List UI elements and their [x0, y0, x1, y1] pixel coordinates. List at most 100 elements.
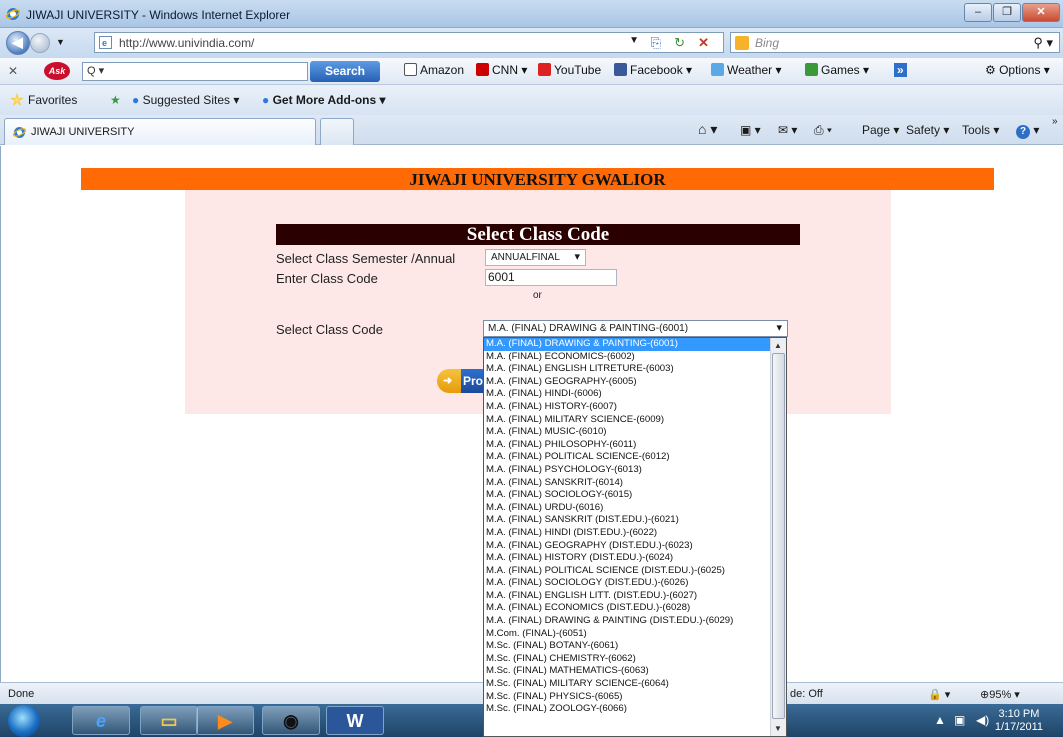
mail-icon[interactable]: ✉ ▾: [778, 123, 797, 137]
dropdown-option[interactable]: M.A. (FINAL) POLITICAL SCIENCE (DIST.EDU…: [484, 565, 786, 578]
toolbar-link-games[interactable]: Games ▾: [805, 63, 869, 77]
taskbar-ie-button[interactable]: e: [72, 706, 130, 735]
status-text: Done: [8, 688, 35, 700]
help-icon[interactable]: ? ▾: [1016, 123, 1039, 139]
class-code-dropdown-list[interactable]: M.A. (FINAL) DRAWING & PAINTING-(6001) M.…: [483, 337, 787, 737]
search-placeholder: Bing: [755, 36, 780, 50]
start-button[interactable]: [8, 705, 40, 737]
dropdown-option[interactable]: M.A. (FINAL) HINDI-(6006): [484, 388, 786, 401]
network-icon[interactable]: ▣: [954, 713, 965, 727]
dropdown-option[interactable]: M.Sc. (FINAL) ZOOLOGY-(6066): [484, 703, 786, 716]
dropdown-option[interactable]: M.Sc. (FINAL) CHEMISTRY-(6062): [484, 653, 786, 666]
dropdown-option[interactable]: M.A. (FINAL) MUSIC-(6010): [484, 426, 786, 439]
taskbar-media-button[interactable]: ▶: [196, 706, 254, 735]
address-field[interactable]: e http://www.univindia.com/ ▼ ⎘ ↻ ✕: [94, 32, 724, 53]
cnn-icon: [476, 63, 489, 76]
class-code-select[interactable]: M.A. (FINAL) DRAWING & PAINTING-(6001) ▾: [483, 320, 788, 337]
dropdown-option[interactable]: M.A. (FINAL) POLITICAL SCIENCE-(6012): [484, 451, 786, 464]
search-icon[interactable]: ⚲ ▾: [1033, 35, 1053, 51]
dropdown-option[interactable]: M.Com. (FINAL)-(6051): [484, 628, 786, 641]
get-more-addons-link[interactable]: ● Get More Add-ons ▾: [262, 93, 386, 107]
toolbar-link-facebook[interactable]: Facebook ▾: [614, 63, 692, 77]
toolbar-options[interactable]: ⚙ Options ▾: [985, 63, 1050, 77]
scroll-down-icon[interactable]: ▼: [774, 724, 782, 733]
tab-jiwaji-university[interactable]: JIWAJI UNIVERSITY: [4, 118, 316, 145]
ask-search-input[interactable]: Q ▾: [82, 62, 308, 81]
dropdown-option[interactable]: M.A. (FINAL) HISTORY-(6007): [484, 401, 786, 414]
dropdown-option[interactable]: M.A. (FINAL) ENGLISH LITRETURE-(6003): [484, 363, 786, 376]
dropdown-option[interactable]: M.A. (FINAL) GEOGRAPHY (DIST.EDU.)-(6023…: [484, 540, 786, 553]
address-dropdown-icon[interactable]: ▼: [629, 35, 639, 46]
history-dropdown-icon[interactable]: ▼: [56, 37, 65, 47]
addons-icon: ●: [262, 93, 273, 107]
clock[interactable]: 3:10 PM 1/17/2011: [995, 708, 1043, 734]
semester-select[interactable]: ANNUALFINAL: [485, 249, 586, 266]
dropdown-option[interactable]: M.Sc. (FINAL) PHYSICS-(6065): [484, 691, 786, 704]
zoom-control[interactable]: ⊕95% ▾: [980, 688, 1020, 701]
toolbar-link-amazon[interactable]: Amazon: [404, 63, 464, 77]
dropdown-option[interactable]: M.Sc. (FINAL) MATHEMATICS-(6063): [484, 665, 786, 678]
minimize-button[interactable]: –: [964, 3, 992, 22]
address-toolbar: ◀ ▼ e http://www.univindia.com/ ▼ ⎘ ↻ ✕ …: [0, 28, 1063, 58]
class-code-input[interactable]: 6001: [485, 269, 617, 286]
toolbar-link-weather[interactable]: Weather ▾: [711, 63, 782, 77]
scroll-thumb[interactable]: [772, 353, 785, 719]
new-tab-button[interactable]: [320, 118, 354, 145]
taskbar-explorer-button[interactable]: ▭: [140, 706, 198, 735]
security-zone-icon[interactable]: 🔒 ▾: [928, 688, 950, 701]
back-button[interactable]: ◀: [6, 31, 30, 55]
favorites-star-icon: [10, 93, 24, 106]
dropdown-option[interactable]: M.A. (FINAL) URDU-(6016): [484, 502, 786, 515]
dropdown-option[interactable]: M.A. (FINAL) SANSKRIT (DIST.EDU.)-(6021): [484, 514, 786, 527]
dropdown-option[interactable]: M.A. (FINAL) MILITARY SCIENCE-(6009): [484, 414, 786, 427]
maximize-button[interactable]: ❐: [993, 3, 1021, 22]
toolbar-link-youtube[interactable]: YouTube: [538, 63, 601, 77]
window-title-bar: JIWAJI UNIVERSITY - Windows Internet Exp…: [0, 0, 1063, 28]
tray-arrow-icon[interactable]: ▲: [934, 713, 946, 727]
safety-menu[interactable]: Safety ▾: [906, 123, 949, 137]
home-icon[interactable]: ⌂ ▾: [698, 121, 717, 138]
dropdown-option[interactable]: M.A. (FINAL) DRAWING & PAINTING-(6001): [484, 338, 786, 351]
dropdown-scrollbar[interactable]: ▲ ▼: [770, 338, 786, 736]
dropdown-option[interactable]: M.A. (FINAL) PSYCHOLOGY-(6013): [484, 464, 786, 477]
toolbar-link-cnn[interactable]: CNN ▾: [476, 63, 527, 77]
url-text: http://www.univindia.com/: [119, 36, 255, 50]
volume-icon[interactable]: ◀): [976, 713, 989, 727]
stop-icon[interactable]: ✕: [698, 35, 709, 51]
dropdown-option[interactable]: M.A. (FINAL) HISTORY (DIST.EDU.)-(6024): [484, 552, 786, 565]
tools-menu[interactable]: Tools ▾: [962, 123, 999, 137]
chevron-down-icon: ▾: [776, 322, 782, 334]
ask-search-button[interactable]: Search: [310, 61, 380, 82]
compatibility-view-icon[interactable]: ⎘: [651, 35, 661, 51]
dropdown-option[interactable]: M.A. (FINAL) PHILOSOPHY-(6011): [484, 439, 786, 452]
scroll-up-icon[interactable]: ▲: [774, 341, 782, 350]
dropdown-option[interactable]: M.A. (FINAL) ECONOMICS (DIST.EDU.)-(6028…: [484, 602, 786, 615]
feeds-icon[interactable]: ▣ ▾: [740, 123, 761, 137]
dropdown-option[interactable]: M.A. (FINAL) HINDI (DIST.EDU.)-(6022): [484, 527, 786, 540]
toolbar-more-icon[interactable]: »: [894, 63, 907, 77]
forward-button[interactable]: [30, 33, 50, 53]
search-box[interactable]: Bing ⚲ ▾: [730, 32, 1060, 53]
page-menu[interactable]: Page ▾: [862, 123, 899, 137]
add-favorites-icon[interactable]: ★: [110, 93, 121, 107]
dropdown-option[interactable]: M.A. (FINAL) ENGLISH LITT. (DIST.EDU.)-(…: [484, 590, 786, 603]
dropdown-option[interactable]: M.A. (FINAL) DRAWING & PAINTING (DIST.ED…: [484, 615, 786, 628]
dropdown-option[interactable]: M.Sc. (FINAL) MILITARY SCIENCE-(6064): [484, 678, 786, 691]
print-icon[interactable]: ⎙ ▾: [814, 123, 832, 138]
dropdown-option[interactable]: M.A. (FINAL) ECONOMICS-(6002): [484, 351, 786, 364]
semester-label: Select Class Semester /Annual: [276, 251, 456, 266]
taskbar-word-button[interactable]: W: [326, 706, 384, 735]
dropdown-option[interactable]: M.A. (FINAL) SANSKRIT-(6014): [484, 477, 786, 490]
dropdown-option[interactable]: M.Sc. (FINAL) BOTANY-(6061): [484, 640, 786, 653]
class-code-label: Enter Class Code: [276, 271, 378, 286]
taskbar-eye-button[interactable]: ◉: [262, 706, 320, 735]
close-toolbar-icon[interactable]: ✕: [8, 64, 18, 78]
dropdown-option[interactable]: M.A. (FINAL) SOCIOLOGY (DIST.EDU.)-(6026…: [484, 577, 786, 590]
favorites-button[interactable]: Favorites: [10, 93, 77, 107]
close-button[interactable]: ✕: [1022, 3, 1060, 22]
dropdown-option[interactable]: M.A. (FINAL) GEOGRAPHY-(6005): [484, 376, 786, 389]
toolbar-overflow-icon[interactable]: »: [1052, 116, 1058, 127]
dropdown-option[interactable]: M.A. (FINAL) SOCIOLOGY-(6015): [484, 489, 786, 502]
suggested-sites-link[interactable]: ● Suggested Sites ▾: [132, 93, 239, 107]
refresh-icon[interactable]: ↻: [674, 35, 685, 51]
